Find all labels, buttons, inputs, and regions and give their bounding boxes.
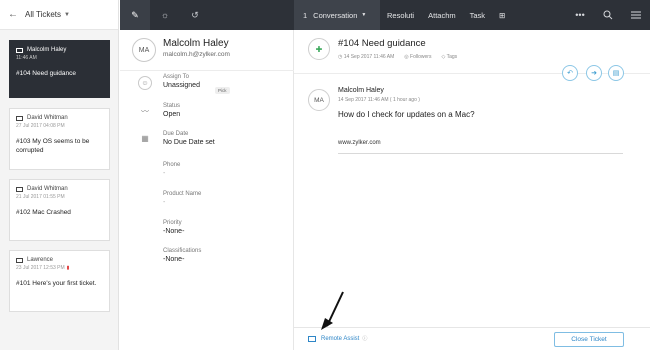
remote-assist-link[interactable]: Remote Assist ⓘ [308,335,367,342]
ticket-date: 23 Jul 2017 12:53 PM [16,265,65,271]
ticket-date: 11:46 AM [16,55,37,61]
tags-link[interactable]: ◇ Tags [441,54,457,60]
contact-email: malcolm.h@zylker.com [163,51,230,58]
ticket-contact: Malcolm Haley [27,47,67,53]
phone-label: Phone [163,162,181,168]
search-icon[interactable] [594,0,622,30]
tab-attachments[interactable]: Attachm [421,0,463,30]
ticket-list-panel: ← All Tickets ▼ Malcolm Haley 11:46 AM #… [0,0,119,350]
divider [338,153,623,154]
status-field[interactable]: Status Open [163,103,180,118]
ticket-date: 21 Jul 2017 01:55 PM [16,194,65,200]
ticket-created-date: 14 Sep 2017 11:46 AM [343,54,395,60]
assign-value: Unassigned [163,82,200,89]
ticket-list-header[interactable]: ← All Tickets ▼ [0,0,118,30]
ticket-subject: #104 Need guidance [16,70,76,77]
user-icon: ☺ [138,76,152,90]
message-date: 14 Sep 2017 11:46 AM ( 1 hour ago ) [338,97,420,103]
ticket-view-label: All Tickets [25,10,62,19]
ticket-meta: ◷ 14 Sep 2017 11:46 AM ◎ Followers ◇ Tag… [338,54,457,60]
calendar-icon: ▦ [141,133,149,143]
product-value: - [163,199,166,206]
classifications-field[interactable]: Classifications -None- [163,248,201,263]
forward-icon[interactable]: ➜ [586,65,602,81]
message-avatar: MA [308,89,330,111]
phone-field[interactable]: Phone - [163,162,180,177]
monitor-icon [308,335,316,342]
ticket-subject: #103 My OS seems to be corrupted [16,138,90,154]
priority-label: Priority [163,220,182,226]
due-date-field[interactable]: Due Date No Due Date set [163,131,215,146]
mail-icon [16,47,23,53]
contact-details-panel: MA Malcolm Haley malcolm.h@zylker.com ☺ … [120,30,294,350]
message-author: Malcolm Haley [338,87,384,94]
remote-assist-label: Remote Assist [321,335,360,342]
history-icon[interactable]: ↺ [180,0,210,30]
contact-avatar: MA [132,38,156,62]
tab-task[interactable]: Task [463,0,492,30]
ticket-contact: David Whitman [27,186,68,192]
due-date-value: No Due Date set [163,139,215,146]
ticket-contact: David Whitman [27,115,68,121]
tag-icon[interactable]: ✎ [120,0,150,30]
mail-icon [16,186,23,192]
product-label: Product Name [163,191,202,197]
top-toolbar-left: ✎ ☼ ↺ [120,0,294,30]
ticket-date: 27 Jul 2017 04:08 PM [16,123,65,129]
ticket-card[interactable]: Lawrence 23 Jul 2017 12:53 PM ▮ #101 Here… [9,250,110,312]
due-date-label: Due Date [163,131,189,137]
assign-label: Assign To [163,74,189,80]
chevron-down-icon: ▼ [361,12,367,18]
tab-conversation-label: Conversation [313,10,358,20]
reply-icon[interactable]: ↶ [562,65,578,81]
ticket-card[interactable]: David Whitman 27 Jul 2017 04:08 PM #103 … [9,108,110,170]
assign-field[interactable]: Assign To Unassigned Pick [163,74,230,94]
divider [120,70,294,71]
ticket-card[interactable]: David Whitman 21 Jul 2017 01:55 PM #102 … [9,179,110,241]
conversation-footer: Remote Assist ⓘ Close Ticket [294,327,650,350]
conversation-panel: ✚ #104 Need guidance ◷ 14 Sep 2017 11:46… [294,30,650,350]
info-icon[interactable]: ⓘ [362,335,367,342]
channel-logo-icon: ✚ [308,38,330,60]
status-label: Status [163,103,181,109]
message-link[interactable]: www.zylker.com [338,140,381,146]
ticket-tabs-bar: 1 Conversation ▼ Resoluti Attachm Task ⊞… [294,0,650,30]
ticket-card[interactable]: Malcolm Haley 11:46 AM #104 Need guidanc… [9,40,110,98]
mail-icon [16,115,23,121]
tab-conversation[interactable]: 1 Conversation ▼ [294,0,380,30]
phone-value: - [163,170,166,177]
more-options-icon[interactable]: ••• [566,0,594,30]
conversation-count: 1 [303,10,308,20]
classifications-label: Classifications [163,248,202,254]
tab-resolution[interactable]: Resoluti [380,0,421,30]
message-body: How do I check for updates on a Mac? [338,110,475,119]
ticket-title: #104 Need guidance [338,38,426,49]
flag-icon: ▮ [66,265,70,271]
classifications-value: -None- [163,256,185,263]
menu-icon[interactable] [622,0,650,30]
product-field[interactable]: Product Name - [163,191,201,206]
tab-more-icon[interactable]: ⊞ [492,0,512,30]
ticket-subject: #101 Here's your first ticket. [16,280,97,287]
close-ticket-button[interactable]: Close Ticket [554,332,624,347]
chevron-down-icon[interactable]: ▼ [64,12,70,18]
comment-icon[interactable]: ▤ [608,65,624,81]
ticket-subject: #102 Mac Crashed [16,209,71,216]
sun-icon[interactable]: ☼ [150,0,180,30]
status-icon: 〰 [141,106,149,116]
followers-link[interactable]: ◎ Followers [404,54,431,60]
priority-value: -None- [163,228,185,235]
back-arrow-icon[interactable]: ← [8,9,18,20]
mail-icon [16,257,23,263]
pick-button[interactable]: Pick [215,87,230,94]
ticket-contact: Lawrence [27,257,54,263]
status-value: Open [163,111,181,118]
priority-field[interactable]: Priority -None- [163,220,184,235]
contact-name[interactable]: Malcolm Haley [163,38,229,49]
annotation-arrow-icon [321,291,344,330]
